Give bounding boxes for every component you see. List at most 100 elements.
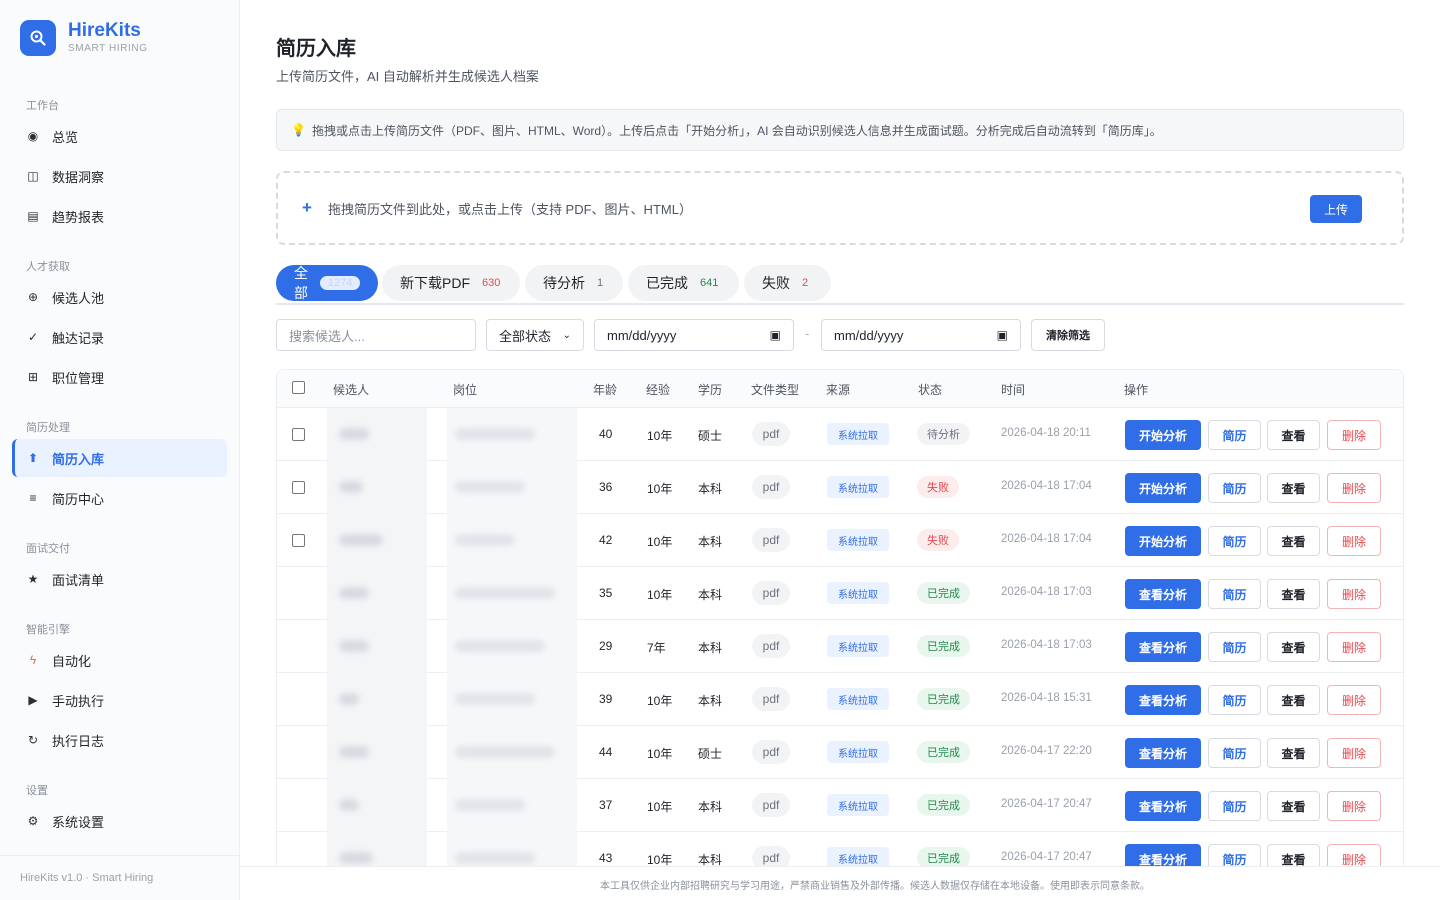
sidebar-item-outreach[interactable]: ✓ 触达记录 <box>12 318 227 356</box>
view-button[interactable]: 查看 <box>1267 738 1320 768</box>
status-badge: 已完成 <box>917 741 970 763</box>
file-type-badge: pdf <box>752 581 790 605</box>
position-redacted <box>447 673 577 726</box>
sidebar-item-reports[interactable]: ▤ 趋势报表 <box>12 197 227 235</box>
status-badge: 已完成 <box>917 635 970 657</box>
position-redacted <box>447 514 577 567</box>
view-button[interactable]: 查看 <box>1267 632 1320 662</box>
delete-button[interactable]: 删除 <box>1327 473 1381 503</box>
cell-age: 29 <box>599 639 613 653</box>
tab-completed[interactable]: 已完成 641 <box>628 265 739 301</box>
calendar-icon: ▣ <box>996 328 1008 342</box>
date-to-input[interactable]: mm/dd/yyyy ▣ <box>821 319 1021 351</box>
row-checkbox[interactable] <box>292 481 305 494</box>
analyze-button[interactable]: 开始分析 <box>1125 420 1201 450</box>
sidebar-item-label: 简历中心 <box>52 491 105 507</box>
resume-button[interactable]: 简历 <box>1208 526 1261 556</box>
delete-button[interactable]: 删除 <box>1327 579 1381 609</box>
file-type-badge: pdf <box>752 793 790 817</box>
analyze-button[interactable]: 查看分析 <box>1125 579 1201 609</box>
delete-button[interactable]: 删除 <box>1327 738 1381 768</box>
sidebar-item-insights[interactable]: ◫ 数据洞察 <box>12 157 227 195</box>
info-tip: 💡 拖拽或点击上传简历文件（PDF、图片、HTML、Word）。上传后点击「开始… <box>276 109 1404 151</box>
table-row: 35 10年 本科 pdf 系统拉取 已完成 2026-04-18 17:03 查看分析 简历查… <box>277 567 1403 620</box>
page-title: 简历入库 <box>276 38 356 60</box>
tab-new-pdf[interactable]: 新下载PDF 630 <box>382 265 520 301</box>
file-type-badge: pdf <box>752 634 790 658</box>
analyze-button[interactable]: 查看分析 <box>1125 632 1201 662</box>
resume-button[interactable]: 简历 <box>1208 632 1261 662</box>
status-select[interactable]: 全部状态 ⌄ <box>486 319 584 351</box>
cell-experience: 7年 <box>647 641 666 655</box>
header-position: 岗位 <box>453 383 478 397</box>
tab-label: 待分析 <box>543 275 585 291</box>
delete-button[interactable]: 删除 <box>1327 632 1381 662</box>
resume-button[interactable]: 简历 <box>1208 473 1261 503</box>
cell-age: 42 <box>599 533 613 547</box>
resume-button[interactable]: 简历 <box>1208 685 1261 715</box>
header-education: 学历 <box>698 383 723 397</box>
delete-button[interactable]: 删除 <box>1327 526 1381 556</box>
brand-tagline: SMART HIRING <box>68 43 148 54</box>
view-button[interactable]: 查看 <box>1267 420 1320 450</box>
sidebar-item-automation[interactable]: ϟ 自动化 <box>12 641 227 679</box>
sidebar-item-settings[interactable]: ⚙ 系统设置 <box>12 802 227 840</box>
sidebar-item-resume-center[interactable]: ≡ 简历中心 <box>12 479 227 517</box>
view-button[interactable]: 查看 <box>1267 473 1320 503</box>
brand[interactable]: HireKits SMART HIRING <box>20 20 148 56</box>
analyze-button[interactable]: 查看分析 <box>1125 738 1201 768</box>
delete-button[interactable]: 删除 <box>1327 685 1381 715</box>
tab-failed[interactable]: 失败 2 <box>744 265 831 301</box>
table-row: 44 10年 硕士 pdf 系统拉取 已完成 2026-04-17 22:20 查看分析 简历查… <box>277 726 1403 779</box>
upload-dropzone[interactable]: + 拖拽简历文件到此处，或点击上传（支持 PDF、图片、HTML） 上传 <box>276 171 1404 245</box>
cell-education: 本科 <box>698 800 723 814</box>
delete-button[interactable]: 删除 <box>1327 791 1381 821</box>
sidebar-item-label: 职位管理 <box>52 370 105 386</box>
candidate-name-redacted <box>327 620 427 673</box>
view-button[interactable]: 查看 <box>1267 685 1320 715</box>
clear-filters-button[interactable]: 清除筛选 <box>1031 319 1105 351</box>
resume-button[interactable]: 简历 <box>1208 791 1261 821</box>
grid-icon: ⊞ <box>27 370 39 384</box>
table-row: 42 10年 本科 pdf 系统拉取 失败 2026-04-18 17:04 开始分析 简历 查看… <box>277 514 1403 567</box>
analyze-button[interactable]: 开始分析 <box>1125 526 1201 556</box>
status-badge: 已完成 <box>917 582 970 604</box>
view-button[interactable]: 查看 <box>1267 526 1320 556</box>
candidate-name-redacted <box>327 461 427 514</box>
row-checkbox[interactable] <box>292 428 305 441</box>
tab-pending[interactable]: 待分析 1 <box>525 265 623 301</box>
sidebar-item-manual-run[interactable]: ▶ 手动执行 <box>12 681 227 719</box>
analyze-button[interactable]: 查看分析 <box>1125 791 1201 821</box>
row-checkbox[interactable] <box>292 534 305 547</box>
sidebar-item-label: 趋势报表 <box>52 209 105 225</box>
nav-group-title: 面试交付 <box>26 543 70 555</box>
sidebar-item-candidate-pool[interactable]: ⊕ 候选人池 <box>12 278 227 316</box>
date-from-input[interactable]: mm/dd/yyyy ▣ <box>594 319 794 351</box>
file-type-badge: pdf <box>752 528 790 552</box>
tab-all[interactable]: 全部 1274 <box>276 265 378 301</box>
delete-button[interactable]: 删除 <box>1327 420 1381 450</box>
chart-icon: ◫ <box>27 169 39 183</box>
position-redacted <box>447 408 577 461</box>
search-input[interactable]: 搜索候选人... <box>276 319 476 351</box>
analyze-button[interactable]: 查看分析 <box>1125 685 1201 715</box>
analyze-button[interactable]: 开始分析 <box>1125 473 1201 503</box>
sidebar-item-overview[interactable]: ◉ 总览 <box>12 117 227 155</box>
select-all-checkbox[interactable] <box>292 381 305 394</box>
header-candidate: 候选人 <box>333 383 370 397</box>
tab-label: 失败 <box>762 275 790 291</box>
view-button[interactable]: 查看 <box>1267 791 1320 821</box>
resume-button[interactable]: 简历 <box>1208 420 1261 450</box>
tab-count: 630 <box>482 277 501 289</box>
sidebar-item-interview-list[interactable]: ★ 面试清单 <box>12 560 227 598</box>
check-icon: ✓ <box>27 330 39 344</box>
upload-button[interactable]: 上传 <box>1310 195 1362 223</box>
source-badge: 系统拉取 <box>827 529 889 551</box>
view-button[interactable]: 查看 <box>1267 579 1320 609</box>
sidebar-item-exec-log[interactable]: ↻ 执行日志 <box>12 721 227 759</box>
resume-button[interactable]: 简历 <box>1208 579 1261 609</box>
resume-button[interactable]: 简历 <box>1208 738 1261 768</box>
sidebar-item-resume-import[interactable]: ⬆ 简历入库 <box>12 439 227 477</box>
sidebar-item-positions[interactable]: ⊞ 职位管理 <box>12 358 227 396</box>
cell-time: 2026-04-17 22:20 <box>1001 745 1092 757</box>
